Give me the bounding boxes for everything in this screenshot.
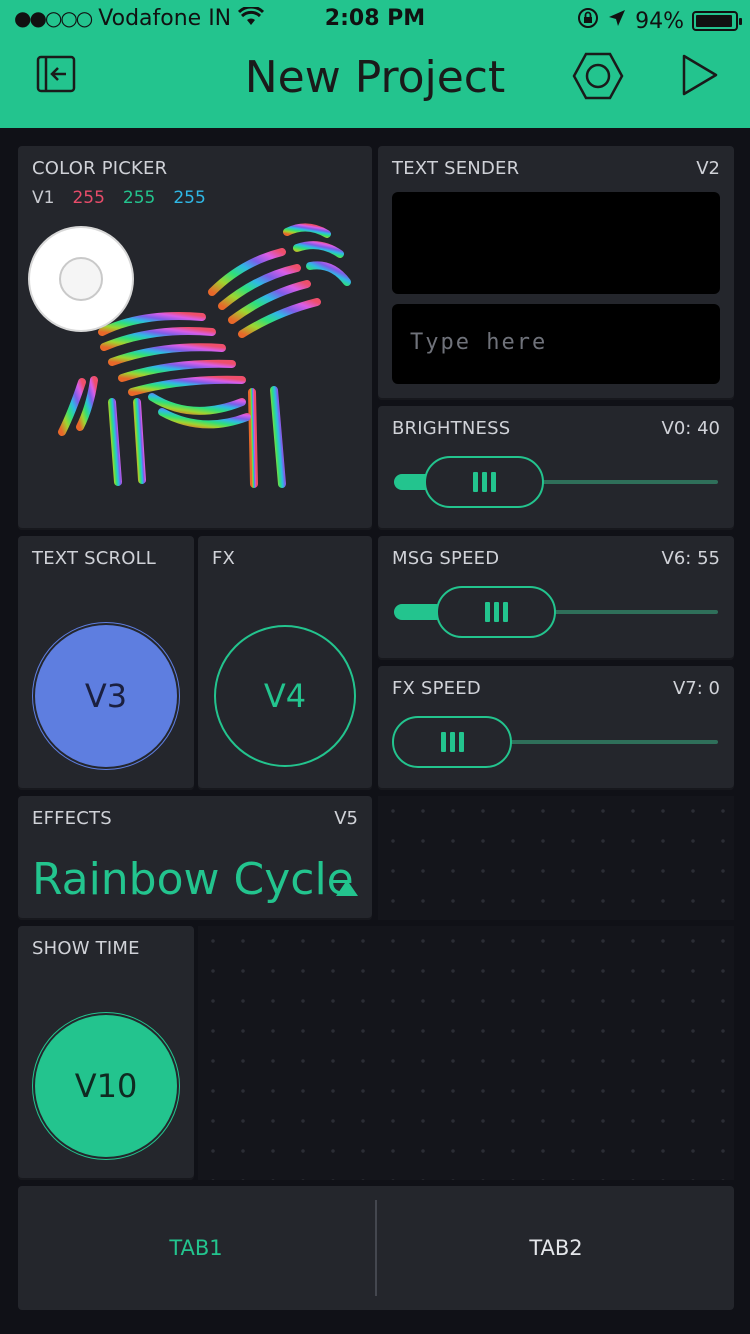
pin-value: V6: 55 [661,548,720,569]
menu-selected-value[interactable]: Rainbow Cycle [32,854,354,905]
brightness-slider-widget: BRIGHTNESS V0: 40 [378,406,734,530]
tab-bar: TAB1 TAB2 [18,1186,734,1310]
slider-thumb[interactable] [392,716,512,768]
text-scroll-button[interactable]: V3 [35,625,177,767]
fx-button[interactable]: V4 [214,625,356,767]
widget-title: MSG SPEED [392,548,500,569]
rgb-readout: V1 255 255 255 [32,188,206,208]
widget-title: FX [212,548,236,569]
battery-icon [692,11,742,31]
widget-title: FX SPEED [392,678,481,699]
slider-thumb[interactable] [424,456,544,508]
fx-button-widget: FX V4 [198,536,372,790]
terminal-output [392,192,720,294]
slider-thumb[interactable] [436,586,556,638]
terminal-input[interactable]: Type here [392,304,720,384]
tab-1[interactable]: TAB1 [18,1186,374,1310]
text-sender-widget: TEXT SENDER V2 Type here [378,146,734,400]
pin-value: V7: 0 [672,678,720,699]
location-arrow-icon [607,8,627,34]
msg-speed-slider-widget: MSG SPEED V6: 55 [378,536,734,660]
play-icon[interactable] [680,52,720,98]
tab-divider [375,1200,377,1296]
pin-label: V5 [334,808,358,829]
widget-title: EFFECTS [32,808,112,829]
blue-value: 255 [173,188,206,208]
fx-speed-slider-widget: FX SPEED V7: 0 [378,666,734,790]
widget-title: BRIGHTNESS [392,418,511,439]
show-time-button[interactable]: V10 [35,1015,177,1157]
empty-grid-area [378,796,734,920]
effects-menu-widget[interactable]: EFFECTS V5 Rainbow Cycle [18,796,372,920]
empty-grid-area [198,926,734,1180]
widget-title: TEXT SENDER [392,158,520,179]
show-time-button-widget: SHOW TIME V10 [18,926,194,1180]
pin-label: V2 [696,158,720,179]
battery-fill [696,15,732,27]
pin-label: V1 [32,188,55,208]
orientation-lock-icon [577,7,599,35]
status-right: 94% [577,6,742,36]
tab-2[interactable]: TAB2 [378,1186,734,1310]
battery-percent: 94% [635,8,684,34]
widget-title: SHOW TIME [32,938,140,959]
widget-title: TEXT SCROLL [32,548,157,569]
widget-title: COLOR PICKER [32,158,168,179]
green-value: 255 [122,188,156,208]
project-title: New Project [244,52,506,103]
text-scroll-button-widget: TEXT SCROLL V3 [18,536,194,790]
app-bar: ●●○○○ Vodafone IN 2:08 PM 94% New Projec… [0,0,750,128]
dropdown-arrow-icon[interactable] [336,880,358,896]
pin-value: V0: 40 [661,418,720,439]
settings-hexagon-icon[interactable] [572,52,624,100]
slider-track[interactable] [508,740,718,744]
color-picker-handle[interactable] [30,228,132,330]
color-picker-widget[interactable]: COLOR PICKER V1 255 255 255 [18,146,372,530]
red-value: 255 [72,188,105,208]
